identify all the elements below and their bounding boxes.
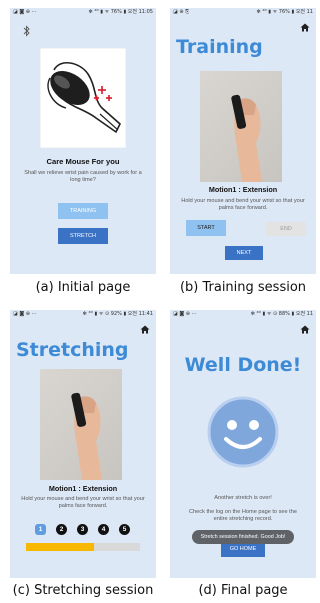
step-5: 5 [119,524,130,535]
caption-training-session: (b) Training session [179,280,307,295]
progress-bar [26,543,140,551]
log-hint: Check the log on the Home page to see th… [189,509,297,522]
toast-message: Stretch session finished. Good Job! [192,530,294,544]
status-icons-right: ✻ ⁴ᴳ ▮ ᯤ ⊙ 92% ▮ 오전 11:41 [82,311,153,317]
status-bar: ◪ ⊕ ⎘ ✻ ⁴ᴳ ▮ ᯤ 76% ▮ 오전 11 [170,8,316,17]
completion-message: Another stretch is over! [214,495,272,501]
step-1: 1 [35,524,46,535]
stretch-button[interactable]: STRETCH [58,228,108,244]
training-screen: ◪ ⊕ ⎘ ✻ ⁴ᴳ ▮ ᯤ 76% ▮ 오전 11 Training Moti… [170,8,316,274]
status-icons-right: ✻ ⁴ᴳ ▮ ᯤ 76% ▮ 오전 11:05 [88,9,153,15]
end-button[interactable]: END [266,222,306,236]
page-title: Well Done! [184,354,302,376]
step-3: 3 [77,524,88,535]
progress-fill [26,543,95,551]
status-bar: ◪ ◙ ⊕ ··· ✻ ⁴ᴳ ▮ ᯤ ⊙ 92% ▮ 오전 11:41 [10,310,156,319]
status-icons-left: ◪ ◙ ⊕ ··· [13,9,37,15]
step-2: 2 [56,524,67,535]
final-screen: ◪ ◙ ⊕ ··· ✻ ⁴ᴳ ▮ ᯤ ⊙ 88% ▮ 오전 11 Well Do… [170,310,316,578]
caption-final-page: (d) Final page [198,583,288,598]
start-button[interactable]: START [186,220,226,236]
home-icon[interactable] [300,23,310,32]
home-icon[interactable] [300,325,310,334]
motion-title: Motion1 : Extension [208,185,278,194]
home-icon[interactable] [140,325,150,334]
hand-mouse-illustration [40,48,126,148]
motion-instruction: Hold your mouse and bend your wrist so t… [181,198,305,211]
initial-page-screen: ◪ ◙ ⊕ ··· ✻ ⁴ᴳ ▮ ᯤ 76% ▮ 오전 11:05 Care M… [10,8,156,274]
training-button[interactable]: TRAINING [58,203,108,219]
bluetooth-icon[interactable] [23,25,31,37]
smiley-face-icon [207,396,279,468]
status-bar: ◪ ◙ ⊕ ··· ✻ ⁴ᴳ ▮ ᯤ ⊙ 88% ▮ 오전 11 [170,310,316,319]
status-icons-left: ◪ ◙ ⊕ ··· [173,311,197,317]
exercise-photo [40,369,122,480]
next-button[interactable]: NEXT [225,246,263,260]
stretching-screen: ◪ ◙ ⊕ ··· ✻ ⁴ᴳ ▮ ᯤ ⊙ 92% ▮ 오전 11:41 Stre… [10,310,156,578]
app-description: Shall we relieve wrist pain caused by wo… [24,170,142,183]
step-indicator: 12345 [35,524,131,535]
motion-instruction: Hold your mouse and bend your wrist so t… [21,496,145,509]
status-icons-right: ✻ ⁴ᴳ ▮ ᯤ 76% ▮ 오전 11 [256,9,313,15]
status-icons-left: ◪ ◙ ⊕ ··· [13,311,37,317]
status-bar: ◪ ◙ ⊕ ··· ✻ ⁴ᴳ ▮ ᯤ 76% ▮ 오전 11:05 [10,8,156,17]
motion-title: Motion1 : Extension [48,484,118,493]
step-4: 4 [98,524,109,535]
caption-stretching-session: (c) Stretching session [12,583,154,598]
exercise-photo [200,71,282,182]
page-title: Stretching [16,339,129,361]
page-title: Training [176,36,263,58]
status-icons-left: ◪ ⊕ ⎘ [173,9,190,15]
app-tagline: Care Mouse For you [46,157,120,166]
caption-initial-page: (a) Initial page [35,280,131,295]
status-icons-right: ✻ ⁴ᴳ ▮ ᯤ ⊙ 88% ▮ 오전 11 [250,311,313,317]
